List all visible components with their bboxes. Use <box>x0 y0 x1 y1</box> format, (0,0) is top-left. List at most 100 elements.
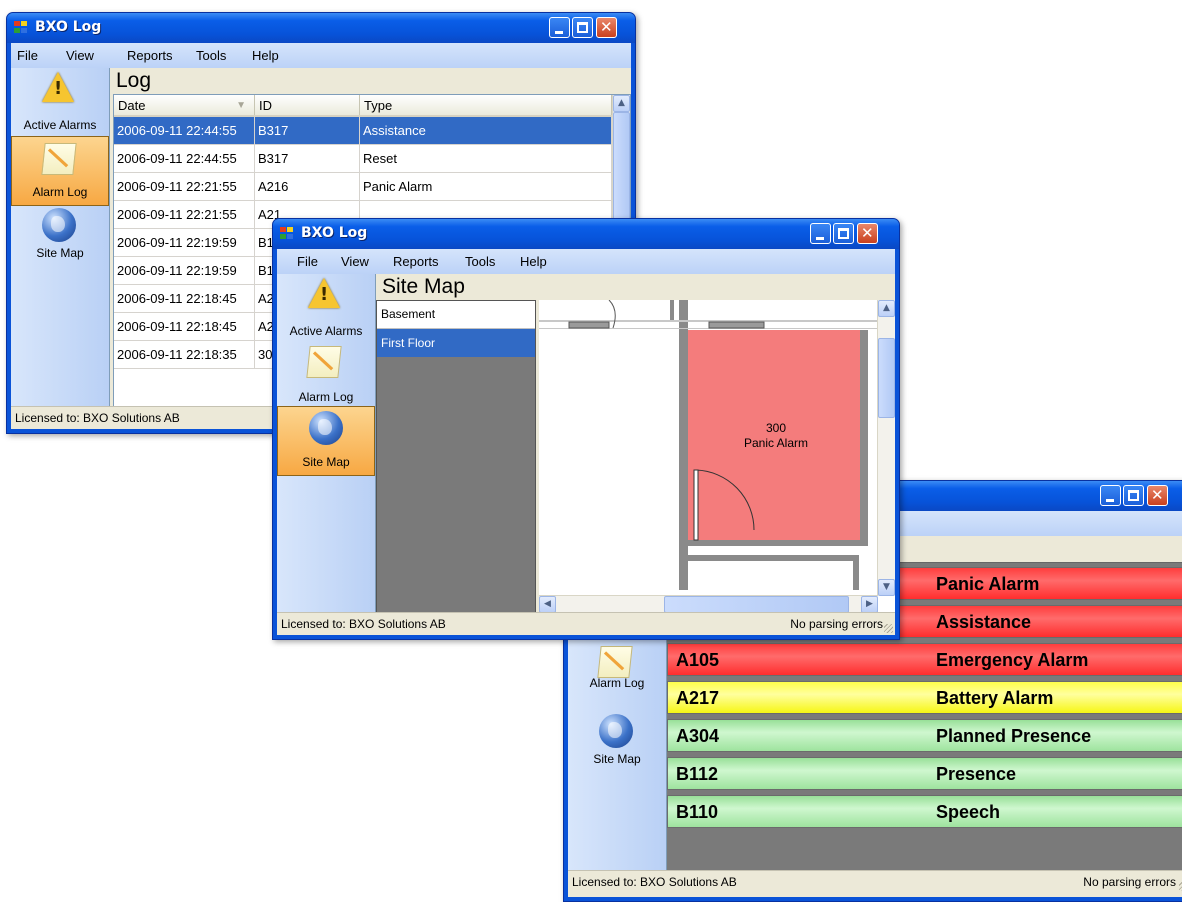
alarm-id: B112 <box>676 764 719 784</box>
close-icon: ✕ <box>1151 486 1164 504</box>
close-button[interactable]: ✕ <box>1147 485 1168 506</box>
scroll-up-button[interactable]: ▲ <box>878 300 895 317</box>
globe-icon <box>599 714 633 748</box>
alarm-id: A304 <box>676 726 720 746</box>
nav-active-alarms[interactable]: ! Active Alarms <box>277 274 375 344</box>
maximize-icon <box>838 228 849 239</box>
minimize-button[interactable] <box>1100 485 1121 506</box>
alarm-row[interactable]: B110 Speech <box>667 795 1182 828</box>
nav-site-map[interactable]: Site Map <box>11 204 109 274</box>
room-300-wall-right <box>860 330 868 545</box>
map-horizontal-scrollbar[interactable]: ◀ ▶ <box>539 595 878 613</box>
maximize-button[interactable] <box>572 17 593 38</box>
window-title: BXO Log <box>35 19 102 35</box>
notepad-icon <box>597 646 633 680</box>
window-left <box>568 321 610 329</box>
menu-help[interactable]: Help <box>520 254 547 269</box>
maximize-button[interactable] <box>833 223 854 244</box>
alarm-type: Emergency Alarm <box>936 650 1089 670</box>
table-row[interactable]: 2006-09-11 22:44:55 B317 Reset <box>114 144 612 173</box>
scroll-thumb[interactable] <box>878 338 895 418</box>
nav-label: Alarm Log <box>589 676 645 690</box>
floor-item-first-floor[interactable]: First Floor <box>377 329 535 357</box>
floor-list: Basement First Floor <box>376 300 536 613</box>
window-right <box>708 321 765 329</box>
license-text: Licensed to: BXO Solutions AB <box>572 875 737 889</box>
room-300 <box>688 330 860 540</box>
window-title: BXO Log <box>301 225 368 241</box>
menu-tools[interactable]: Tools <box>465 254 495 269</box>
menu-reports[interactable]: Reports <box>393 254 439 269</box>
menu-file[interactable]: File <box>17 48 38 63</box>
nav-alarm-log[interactable]: Alarm Log <box>277 340 375 410</box>
close-icon: ✕ <box>600 18 613 36</box>
floor-item-basement[interactable]: Basement <box>377 301 535 329</box>
alarm-row[interactable]: A105 Emergency Alarm <box>667 643 1182 676</box>
nav-active-alarms[interactable]: ! Active Alarms <box>11 68 109 138</box>
maximize-icon <box>577 22 588 33</box>
menubar: File View Reports Tools Help <box>11 43 631 68</box>
minimize-icon <box>555 31 563 34</box>
menu-view[interactable]: View <box>341 254 369 269</box>
menu-help[interactable]: Help <box>252 48 279 63</box>
license-text: Licensed to: BXO Solutions AB <box>281 617 446 631</box>
menu-view[interactable]: View <box>66 48 94 63</box>
column-header-id[interactable]: ID <box>254 95 360 117</box>
door-arc-top <box>608 300 616 329</box>
nav-site-map[interactable]: Site Map <box>277 406 375 476</box>
close-button[interactable]: ✕ <box>596 17 617 38</box>
close-icon: ✕ <box>861 224 874 242</box>
minimize-button[interactable] <box>549 17 570 38</box>
column-header-label: Type <box>364 97 393 113</box>
column-header-label: Date <box>118 97 146 113</box>
parse-status-text: No parsing errors <box>790 617 883 631</box>
table-row[interactable]: 2006-09-11 22:21:55 A216 Panic Alarm <box>114 172 612 201</box>
alarm-row[interactable]: A304 Planned Presence <box>667 719 1182 752</box>
nav-site-map[interactable]: Site Map <box>568 712 666 782</box>
cell-date: 2006-09-11 22:21:55 <box>114 200 255 229</box>
maximize-button[interactable] <box>1123 485 1144 506</box>
alarm-type: Speech <box>936 802 1001 822</box>
sitemap-window-titlebar[interactable]: BXO Log ✕ <box>273 219 899 249</box>
close-button[interactable]: ✕ <box>857 223 878 244</box>
door-leaf <box>693 469 699 541</box>
menu-file[interactable]: File <box>297 254 318 269</box>
alarm-row[interactable]: A217 Battery Alarm <box>667 681 1182 714</box>
log-window-titlebar[interactable]: BXO Log ✕ <box>7 13 635 43</box>
nav-alarm-log[interactable]: Alarm Log <box>11 136 109 206</box>
alarm-type: Panic Alarm <box>936 574 1040 594</box>
nav-label: Site Map <box>593 752 641 766</box>
cell-date: 2006-09-11 22:19:59 <box>114 228 255 257</box>
table-row[interactable]: 2006-09-11 22:44:55 B317 Assistance <box>114 116 612 145</box>
scroll-thumb[interactable] <box>664 596 849 613</box>
app-icon <box>14 21 29 35</box>
scroll-left-button[interactable]: ◀ <box>539 596 556 613</box>
floor-plan-view[interactable]: 300 Panic Alarm ▲ ▼ ◀ ▶ <box>539 300 895 613</box>
lower-wall-right <box>853 555 859 590</box>
alarm-row[interactable]: B112 Presence <box>667 757 1182 790</box>
minimize-icon <box>1106 499 1114 502</box>
globe-icon <box>309 411 343 445</box>
cell-date: 2006-09-11 22:18:45 <box>114 284 255 313</box>
scroll-right-button[interactable]: ▶ <box>861 596 878 613</box>
column-header-date[interactable]: Date ▼ <box>114 95 255 117</box>
scroll-down-button[interactable]: ▼ <box>878 579 895 596</box>
cell-date: 2006-09-11 22:44:55 <box>114 144 255 173</box>
menu-tools[interactable]: Tools <box>196 48 226 63</box>
room-status: Panic Alarm <box>744 436 808 450</box>
scroll-up-button[interactable]: ▲ <box>613 95 630 112</box>
column-header-type[interactable]: Type <box>359 95 612 117</box>
sitemap-window-client: File View Reports Tools Help ! Active Al… <box>277 249 895 635</box>
notepad-icon <box>306 346 342 380</box>
resize-grip[interactable] <box>884 624 893 633</box>
nav-label: Site Map <box>302 455 350 469</box>
menu-reports[interactable]: Reports <box>127 48 173 63</box>
cell-id: B317 <box>254 144 360 173</box>
globe-icon <box>42 208 76 242</box>
alarm-type: Battery Alarm <box>936 688 1054 708</box>
minimize-button[interactable] <box>810 223 831 244</box>
page-title: Log <box>110 68 631 94</box>
map-vertical-scrollbar[interactable]: ▲ ▼ <box>877 300 895 596</box>
cell-type: Reset <box>359 144 612 173</box>
nav-alarm-log[interactable]: Alarm Log <box>568 646 666 712</box>
